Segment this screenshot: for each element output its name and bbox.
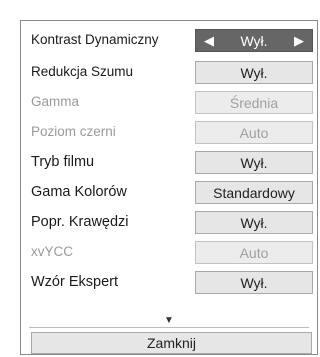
menu-row-label: Gamma xyxy=(31,94,80,109)
divider xyxy=(29,327,309,328)
menu-row-label: Popr. Krawędzi xyxy=(31,214,129,230)
menu-row-gamma: Gamma Średnia xyxy=(21,87,317,117)
menu-row-dynamic-contrast[interactable]: Kontrast Dynamiczny ◀ Wył. ▶ xyxy=(21,25,317,55)
menu-row-xvycc: xvYCC Auto xyxy=(21,237,317,267)
menu-row-expert-pattern[interactable]: Wzór Ekspert Wył. xyxy=(21,267,317,297)
expert-pattern-value-button[interactable]: Wył. xyxy=(195,271,313,294)
dynamic-contrast-selector[interactable]: ◀ Wył. ▶ xyxy=(195,29,313,52)
menu-row-edge-enhancer[interactable]: Popr. Krawędzi Wył. xyxy=(21,207,317,237)
menu-row-label: Redukcja Szumu xyxy=(31,64,134,79)
menu-row-label: Poziom czerni xyxy=(31,124,116,139)
film-mode-value-button[interactable]: Wył. xyxy=(195,151,313,174)
menu-row-label: Gama Kolorów xyxy=(31,184,127,200)
color-gamut-value-button[interactable]: Standardowy xyxy=(195,181,313,204)
menu-row-label: xvYCC xyxy=(31,244,74,259)
arrow-right-icon[interactable]: ▶ xyxy=(294,33,304,49)
menu-row-color-gamut[interactable]: Gama Kolorów Standardowy xyxy=(21,177,317,207)
black-level-value-button: Auto xyxy=(195,121,313,144)
noise-reduction-value-button[interactable]: Wył. xyxy=(195,61,313,84)
edge-enhancer-value-button[interactable]: Wył. xyxy=(195,211,313,234)
menu-row-film-mode[interactable]: Tryb filmu Wył. xyxy=(21,147,317,177)
menu-row-label: Kontrast Dynamiczny xyxy=(31,32,159,47)
menu-row-noise-reduction[interactable]: Redukcja Szumu Wył. xyxy=(21,57,317,87)
picture-settings-menu: Kontrast Dynamiczny ◀ Wył. ▶ Redukcja Sz… xyxy=(20,20,318,355)
xvycc-value-button: Auto xyxy=(195,241,313,264)
menu-row-value: Wył. xyxy=(240,32,268,49)
arrow-left-icon[interactable]: ◀ xyxy=(204,33,214,49)
scroll-down-icon[interactable]: ▼ xyxy=(21,314,317,328)
close-button[interactable]: Zamknij xyxy=(31,332,312,354)
menu-row-label: Wzór Ekspert xyxy=(31,274,119,290)
menu-row-label: Tryb filmu xyxy=(31,154,95,170)
menu-row-black-level: Poziom czerni Auto xyxy=(21,117,317,147)
gamma-value-button: Średnia xyxy=(195,91,313,114)
